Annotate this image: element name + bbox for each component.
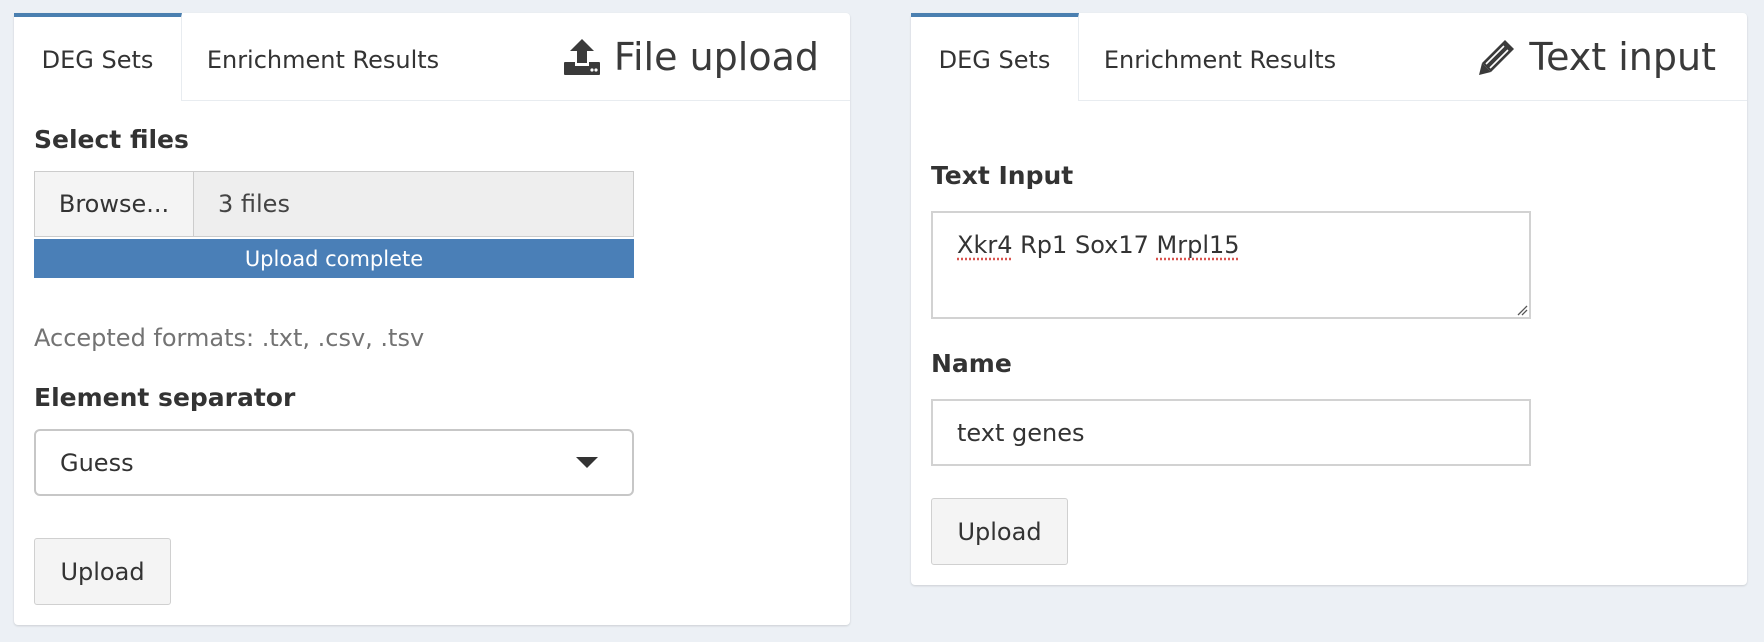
resize-handle-icon[interactable] bbox=[1516, 304, 1528, 316]
panel-title: Text input bbox=[1477, 35, 1716, 79]
tab-deg-sets[interactable]: DEG Sets bbox=[911, 13, 1079, 101]
text-word: Rp1 bbox=[1020, 231, 1068, 259]
text-input-panel: DEG Sets Enrichment Results Text input T… bbox=[911, 13, 1747, 585]
caret-down-icon bbox=[576, 457, 598, 468]
accepted-formats-help: Accepted formats: .txt, .csv, .tsv bbox=[34, 324, 425, 352]
tab-deg-sets[interactable]: DEG Sets bbox=[14, 13, 182, 101]
element-separator-label: Element separator bbox=[34, 383, 296, 412]
separator-select[interactable]: Guess bbox=[34, 429, 634, 496]
name-input-value: text genes bbox=[957, 418, 1085, 447]
text-word: Sox17 bbox=[1074, 231, 1149, 259]
tab-label: DEG Sets bbox=[938, 46, 1051, 74]
file-upload-panel: DEG Sets Enrichment Results File upload … bbox=[14, 13, 850, 625]
text-input-label: Text Input bbox=[931, 161, 1074, 190]
tab-label: Enrichment Results bbox=[1103, 46, 1337, 74]
name-input[interactable]: text genes bbox=[931, 399, 1531, 466]
tab-enrichment-results[interactable]: Enrichment Results bbox=[182, 13, 464, 101]
tab-enrichment-results[interactable]: Enrichment Results bbox=[1079, 13, 1361, 101]
tab-bar: DEG Sets Enrichment Results Text input bbox=[911, 13, 1747, 101]
separator-selected-value: Guess bbox=[60, 448, 134, 477]
tab-label: DEG Sets bbox=[41, 46, 154, 74]
file-input-group: Browse... 3 files bbox=[34, 171, 634, 237]
upload-icon bbox=[563, 39, 600, 75]
upload-progress-bar: Upload complete bbox=[34, 239, 634, 278]
progress-fill: Upload complete bbox=[34, 239, 634, 278]
select-files-label: Select files bbox=[34, 125, 189, 154]
panel-title-text: File upload bbox=[613, 35, 819, 79]
tab-label: Enrichment Results bbox=[206, 46, 440, 74]
pencil-icon bbox=[1479, 40, 1515, 75]
gene-text-area[interactable]: Xkr4 Rp1 Sox17 Mrpl15 bbox=[931, 211, 1531, 319]
progress-text: Upload complete bbox=[244, 246, 424, 271]
browse-button[interactable]: Browse... bbox=[35, 172, 194, 236]
upload-button[interactable]: Upload bbox=[34, 538, 171, 605]
tab-bar: DEG Sets Enrichment Results File upload bbox=[14, 13, 850, 101]
panel-title: File upload bbox=[562, 35, 819, 79]
file-name-display: 3 files bbox=[194, 172, 633, 236]
upload-button[interactable]: Upload bbox=[931, 498, 1068, 565]
text-word: Xkr4 bbox=[957, 231, 1013, 259]
name-label: Name bbox=[931, 349, 1012, 378]
text-word: Mrpl15 bbox=[1156, 231, 1240, 259]
panel-title-text: Text input bbox=[1529, 35, 1716, 79]
